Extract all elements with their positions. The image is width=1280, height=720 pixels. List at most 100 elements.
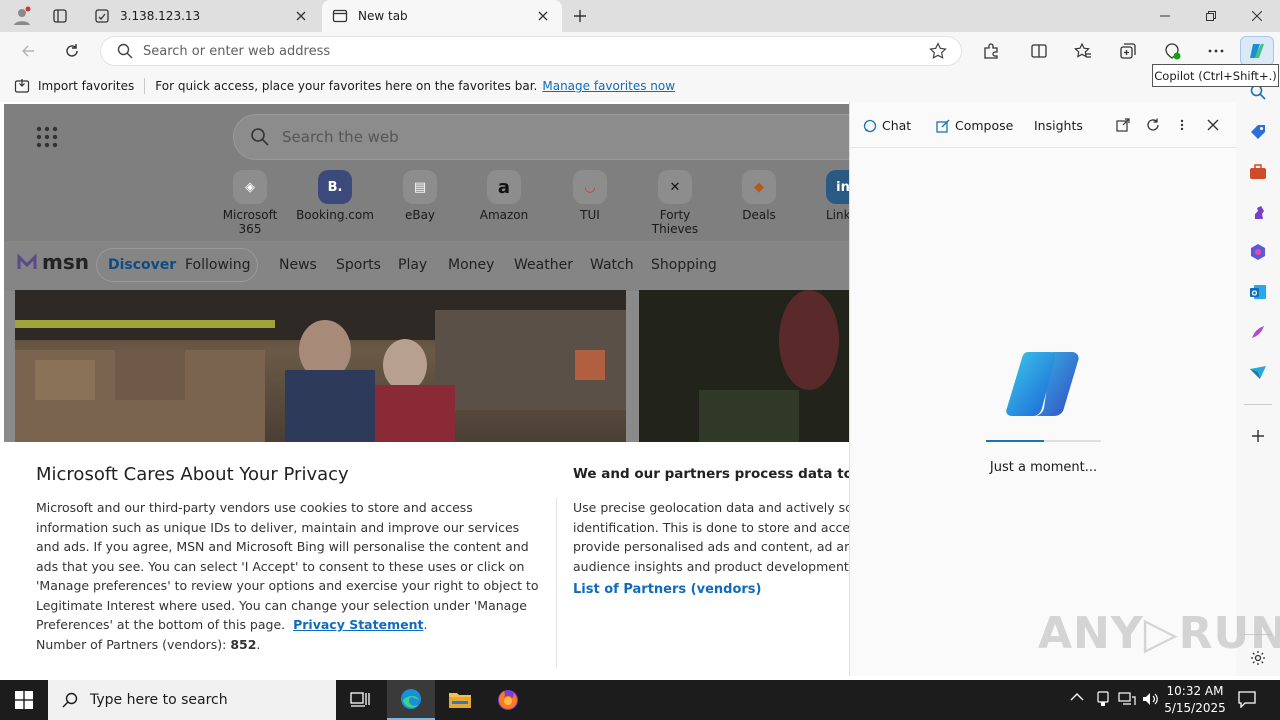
edge-sidebar: O (1236, 70, 1280, 676)
address-input[interactable]: Search or enter web address (143, 44, 929, 59)
quick-link-deals[interactable]: ◆ Deals (719, 170, 799, 222)
windows-taskbar: Type here to search 10:32 AM 5/15/2025 (0, 680, 1280, 720)
chat-icon (863, 119, 877, 133)
nav-news[interactable]: News (279, 257, 317, 273)
svg-text:O: O (1252, 290, 1258, 298)
taskbar-search-box[interactable]: Type here to search (48, 680, 336, 720)
restore-button[interactable] (1188, 0, 1234, 32)
windows-logo-icon (15, 691, 33, 709)
add-sidebar-app-icon[interactable] (1246, 424, 1270, 448)
copilot-tab-compose[interactable]: Compose (936, 118, 1013, 133)
nav-sports[interactable]: Sports (336, 257, 381, 273)
close-pane-icon[interactable] (1207, 119, 1219, 131)
tab-actions-icon[interactable] (44, 0, 76, 32)
quick-link-label: Forty Thieves (651, 208, 699, 236)
settings-more-icon[interactable] (1200, 35, 1232, 67)
back-button[interactable] (12, 35, 44, 67)
import-favorites-label: Import favorites (38, 79, 135, 93)
divider (1244, 404, 1272, 405)
quick-link-amazon[interactable]: a Amazon (464, 170, 544, 222)
quick-link-microsoft365[interactable]: ◈ Microsoft 365 (210, 170, 290, 236)
browser-essentials-icon[interactable] (1156, 35, 1188, 67)
quick-link-label: TUI (580, 208, 600, 222)
tools-briefcase-icon[interactable] (1246, 160, 1270, 184)
msn-logo[interactable]: msn (16, 250, 89, 274)
manage-favorites-link[interactable]: Manage favorites now (542, 79, 675, 93)
nav-shopping[interactable]: Shopping (651, 257, 717, 273)
quick-link-booking[interactable]: B. Booking.com (295, 170, 375, 222)
forty-thieves-icon: ✕ (658, 170, 692, 204)
collections-icon[interactable] (1112, 35, 1144, 67)
close-tab-icon[interactable] (292, 7, 310, 25)
privacy-statement-link[interactable]: Privacy Statement (293, 617, 423, 632)
copilot-tab-insights[interactable]: Insights (1034, 118, 1083, 133)
tab-ip[interactable]: 3.138.123.13 (84, 0, 320, 32)
split-screen-icon[interactable] (1023, 35, 1055, 67)
anyrun-watermark: ANY▷RUN (1038, 608, 1280, 659)
start-button[interactable] (0, 680, 48, 720)
copilot-button[interactable] (1240, 36, 1274, 66)
news-hero-image[interactable] (15, 290, 626, 442)
minimize-button[interactable] (1142, 0, 1188, 32)
divider (144, 78, 146, 94)
more-options-icon[interactable] (1180, 119, 1184, 131)
system-clock[interactable]: 10:32 AM 5/15/2025 (1160, 683, 1230, 717)
import-icon (14, 78, 30, 94)
taskbar-search-placeholder[interactable]: Type here to search (90, 692, 228, 708)
search-icon (62, 692, 78, 708)
consent-title: Microsoft Cares About Your Privacy (36, 464, 349, 485)
copilot-pane: Chat Compose Insights Just a moment... (849, 102, 1237, 676)
new-tab-button[interactable] (564, 0, 596, 32)
show-hidden-icons-icon[interactable] (1070, 692, 1084, 702)
notifications-icon[interactable] (1238, 690, 1256, 708)
copilot-tab-chat[interactable]: Chat (863, 118, 911, 133)
quick-link-forty-thieves[interactable]: ✕ Forty Thieves (635, 170, 715, 236)
nav-watch[interactable]: Watch (590, 257, 634, 273)
address-bar[interactable]: Search or enter web address (100, 36, 962, 66)
refresh-icon[interactable] (1146, 118, 1160, 132)
news-secondary-image[interactable] (639, 290, 849, 442)
taskbar-file-explorer[interactable] (436, 680, 484, 720)
network-device-icon[interactable] (1096, 691, 1110, 707)
network-icon[interactable] (1118, 692, 1136, 706)
quick-link-label: Amazon (479, 208, 529, 222)
profile-avatar-icon[interactable] (6, 0, 38, 32)
games-chess-icon[interactable] (1246, 200, 1270, 224)
compose-icon (936, 119, 950, 133)
loading-status: Just a moment... (989, 460, 1098, 475)
extensions-icon[interactable] (975, 35, 1007, 67)
volume-icon[interactable] (1142, 692, 1160, 706)
import-favorites-button[interactable]: Import favorites (14, 78, 134, 94)
quick-link-tui[interactable]: ◡ TUI (550, 170, 630, 222)
consent-right-title: We and our partners process data to prov… (573, 466, 849, 482)
designer-icon[interactable] (1246, 320, 1270, 344)
consent-body: Microsoft and our third-party vendors us… (36, 500, 539, 652)
list-of-partners-link[interactable]: List of Partners (vendors) (573, 582, 761, 597)
open-in-new-window-icon[interactable] (1116, 118, 1130, 132)
web-search-box[interactable]: Search the web (233, 114, 849, 160)
web-search-placeholder[interactable]: Search the web (282, 128, 399, 146)
nav-weather[interactable]: Weather (514, 257, 573, 273)
outlook-icon[interactable]: O (1246, 280, 1270, 304)
close-tab-icon[interactable] (534, 7, 552, 25)
favorites-icon[interactable] (1067, 35, 1099, 67)
taskbar-firefox[interactable] (484, 680, 532, 720)
shopping-tag-icon[interactable] (1246, 120, 1270, 144)
close-window-button[interactable] (1234, 0, 1280, 32)
favorite-star-icon[interactable] (929, 42, 947, 60)
quick-link-linkedin[interactable]: in Linke (804, 170, 849, 222)
tab-following[interactable]: Following (185, 257, 251, 273)
tui-icon: ◡ (573, 170, 607, 204)
nav-play[interactable]: Play (398, 257, 427, 273)
task-view-icon[interactable] (336, 680, 384, 720)
apps-launcher-icon[interactable] (36, 126, 58, 148)
ebay-icon: ▤ (403, 170, 437, 204)
send-icon[interactable] (1246, 360, 1270, 384)
taskbar-edge[interactable] (387, 680, 435, 720)
nav-money[interactable]: Money (448, 257, 494, 273)
tab-new-tab[interactable]: New tab (322, 0, 562, 32)
quick-link-ebay[interactable]: ▤ eBay (380, 170, 460, 222)
microsoft365-icon[interactable] (1246, 240, 1270, 264)
refresh-button[interactable] (56, 35, 88, 67)
tab-discover[interactable]: Discover (108, 257, 176, 273)
